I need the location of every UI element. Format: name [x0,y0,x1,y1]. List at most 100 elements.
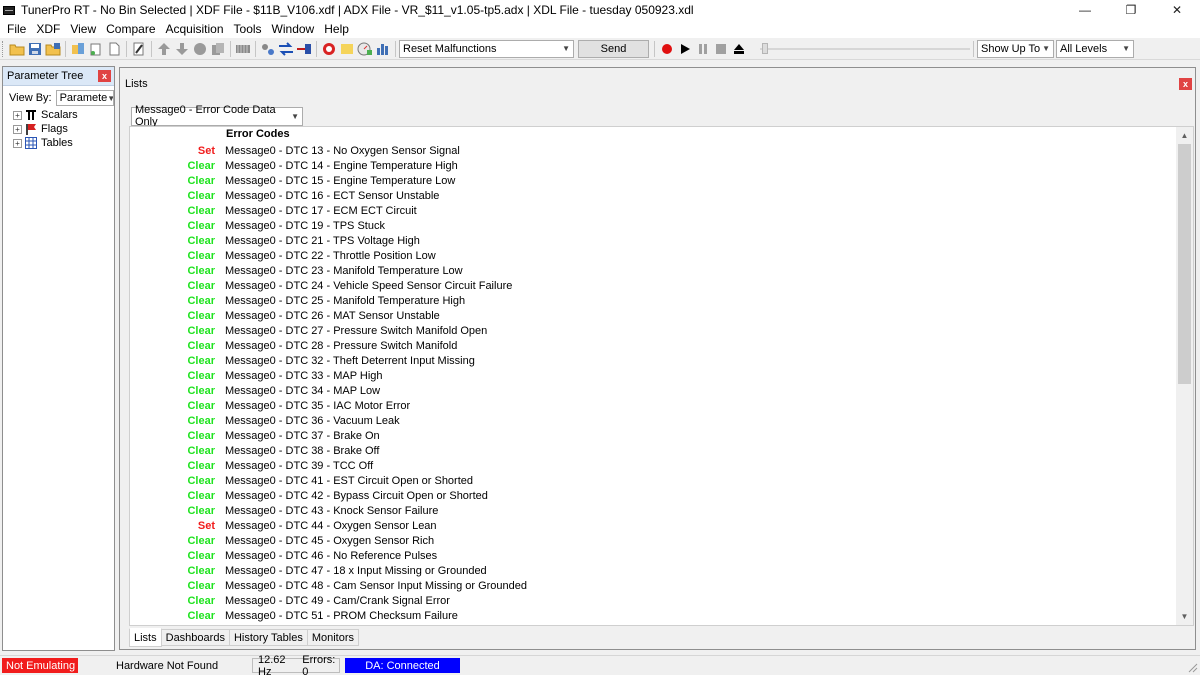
list-item[interactable]: Clear Message0 - DTC 47 - 18 x Input Miss… [130,563,1175,578]
levels-select[interactable]: All Levels ▼ [1056,39,1134,58]
status-badge: Clear [187,459,215,472]
save-icon[interactable] [27,41,43,57]
list-item[interactable]: Clear Message0 - DTC 49 - Cam/Crank Signa… [130,593,1175,608]
menu-bar: File XDF View Compare Acquisition Tools … [0,20,1200,38]
list-item[interactable]: Clear Message0 - DTC 42 - Bypass Circuit … [130,488,1175,503]
list-item[interactable]: Clear Message0 - DTC 35 - IAC Motor Error [130,398,1175,413]
gauge-icon[interactable] [357,41,373,57]
menu-compare[interactable]: Compare [101,22,160,36]
error-code-list[interactable]: Error Codes Set Message0 - DTC 13 - No Ox… [129,126,1194,626]
slider-thumb[interactable] [762,42,768,54]
list-item[interactable]: Clear Message0 - DTC 28 - Pressure Switch… [130,338,1175,353]
list-item[interactable]: Clear Message0 - DTC 14 - Engine Temperat… [130,158,1175,173]
maximize-button[interactable]: ❐ [1108,0,1154,20]
list-item[interactable]: Clear Message0 - DTC 23 - Manifold Temper… [130,263,1175,278]
tab-history-tables[interactable]: History Tables [228,629,308,646]
list-item[interactable]: Clear Message0 - DTC 37 - Brake On [130,428,1175,443]
list-item[interactable]: Clear Message0 - DTC 21 - TPS Voltage Hig… [130,233,1175,248]
list-item[interactable]: Clear Message0 - DTC 32 - Theft Deterrent… [130,353,1175,368]
vertical-scrollbar[interactable]: ▲ ▼ [1176,127,1193,625]
tab-dashboards[interactable]: Dashboards [160,629,230,646]
list-select[interactable]: Message0 - Error Code Data Only ▼ [131,104,303,128]
menu-tools[interactable]: Tools [229,22,267,36]
circle-icon[interactable] [192,41,208,57]
transfer-icon[interactable] [296,41,312,57]
menu-view[interactable]: View [65,22,101,36]
open-folder-icon[interactable] [9,41,25,57]
stop-sign-icon[interactable] [321,41,337,57]
arrow-up-icon[interactable] [156,41,172,57]
status-badge: Clear [187,504,215,517]
list-item[interactable]: Clear Message0 - DTC 33 - MAP High [130,368,1175,383]
new-document-icon[interactable] [106,41,122,57]
edit-pen-icon[interactable] [131,41,147,57]
list-item[interactable]: Clear Message0 - DTC 48 - Cam Sensor Inpu… [130,578,1175,593]
menu-xdf[interactable]: XDF [31,22,65,36]
list-item[interactable]: Clear Message0 - DTC 39 - TCC Off [130,458,1175,473]
list-item[interactable]: Clear Message0 - DTC 16 - ECT Sensor Unst… [130,188,1175,203]
new-xdf-icon[interactable] [88,41,104,57]
tree-item-tables[interactable]: + Tables [3,136,114,150]
list-item[interactable]: Clear Message0 - DTC 19 - TPS Stuck [130,218,1175,233]
show-up-to-select[interactable]: Show Up To ▼ [977,39,1054,58]
list-item[interactable]: Clear Message0 - DTC 22 - Throttle Positi… [130,248,1175,263]
toolbar-separator [126,40,127,57]
tree-item-scalars[interactable]: + Scalars [3,108,114,122]
bar-chart-icon[interactable] [375,41,391,57]
expand-icon[interactable]: + [13,138,22,148]
connect-icon[interactable] [260,41,276,57]
expand-icon[interactable]: + [13,124,22,134]
record-icon[interactable] [659,41,675,57]
resize-grip-icon[interactable] [1188,663,1198,673]
list-item[interactable]: Clear Message0 - DTC 26 - MAT Sensor Unst… [130,308,1175,323]
send-button[interactable]: Send [578,39,649,58]
load-xdf-icon[interactable] [70,41,86,57]
list-item[interactable]: Clear Message0 - DTC 46 - No Reference Pu… [130,548,1175,563]
list-item[interactable]: Set Message0 - DTC 13 - No Oxygen Sensor … [130,143,1175,158]
list-item[interactable]: ClearMessage0 - DTC 52 - System Voltage … [130,623,1175,626]
list-item[interactable]: Clear Message0 - DTC 38 - Brake Off [130,443,1175,458]
view-by-select[interactable]: Paramete▼ [55,90,114,106]
folder-icon[interactable] [339,41,355,57]
list-item[interactable]: Clear Message0 - DTC 45 - Oxygen Sensor R… [130,533,1175,548]
list-item[interactable]: Clear Message0 - DTC 17 - ECM ECT Circuit [130,203,1175,218]
list-item[interactable]: Set Message0 - DTC 44 - Oxygen Sensor Lea… [130,518,1175,533]
list-item[interactable]: Clear Message0 - DTC 27 - Pressure Switch… [130,323,1175,338]
list-item[interactable]: Clear Message0 - DTC 25 - Manifold Temper… [130,293,1175,308]
menu-acquisition[interactable]: Acquisition [161,22,229,36]
list-item[interactable]: Clear Message0 - DTC 34 - MAP Low [130,383,1175,398]
list-item[interactable]: Clear Message0 - DTC 51 - PROM Checksum F… [130,608,1175,623]
scroll-thumb[interactable] [1178,144,1191,384]
save-as-icon[interactable] [45,41,61,57]
tab-lists[interactable]: Lists [129,628,162,647]
command-select[interactable]: Reset Malfunctions ▼ [399,39,574,58]
tree-item-flags[interactable]: + Flags [3,122,114,136]
close-window-button[interactable]: ✕ [1154,0,1200,20]
status-badge: Clear [187,219,215,232]
list-item[interactable]: Clear Message0 - DTC 36 - Vacuum Leak [130,413,1175,428]
scroll-down-icon[interactable]: ▼ [1176,608,1193,625]
minimize-button[interactable]: — [1062,0,1108,20]
menu-help[interactable]: Help [319,22,354,36]
expand-icon[interactable]: + [13,110,22,120]
play-icon[interactable] [677,41,693,57]
close-icon[interactable]: x [1179,78,1192,90]
close-icon[interactable]: x [98,70,111,82]
chip-icon[interactable] [235,41,251,57]
menu-file[interactable]: File [2,22,31,36]
arrow-down-icon[interactable] [174,41,190,57]
stop-icon[interactable] [713,41,729,57]
eject-icon[interactable] [731,41,747,57]
playback-slider[interactable] [760,40,970,58]
pause-icon[interactable] [695,41,711,57]
list-item[interactable]: Clear Message0 - DTC 41 - EST Circuit Ope… [130,473,1175,488]
list-item[interactable]: Clear Message0 - DTC 24 - Vehicle Speed S… [130,278,1175,293]
copy-icon[interactable] [210,41,226,57]
scroll-up-icon[interactable]: ▲ [1176,127,1193,144]
toolbar-grip[interactable] [2,40,5,57]
tab-monitors[interactable]: Monitors [306,629,360,646]
list-item[interactable]: Clear Message0 - DTC 15 - Engine Temperat… [130,173,1175,188]
compare-arrows-icon[interactable] [278,41,294,57]
menu-window[interactable]: Window [267,22,320,36]
list-item[interactable]: Clear Message0 - DTC 43 - Knock Sensor Fa… [130,503,1175,518]
